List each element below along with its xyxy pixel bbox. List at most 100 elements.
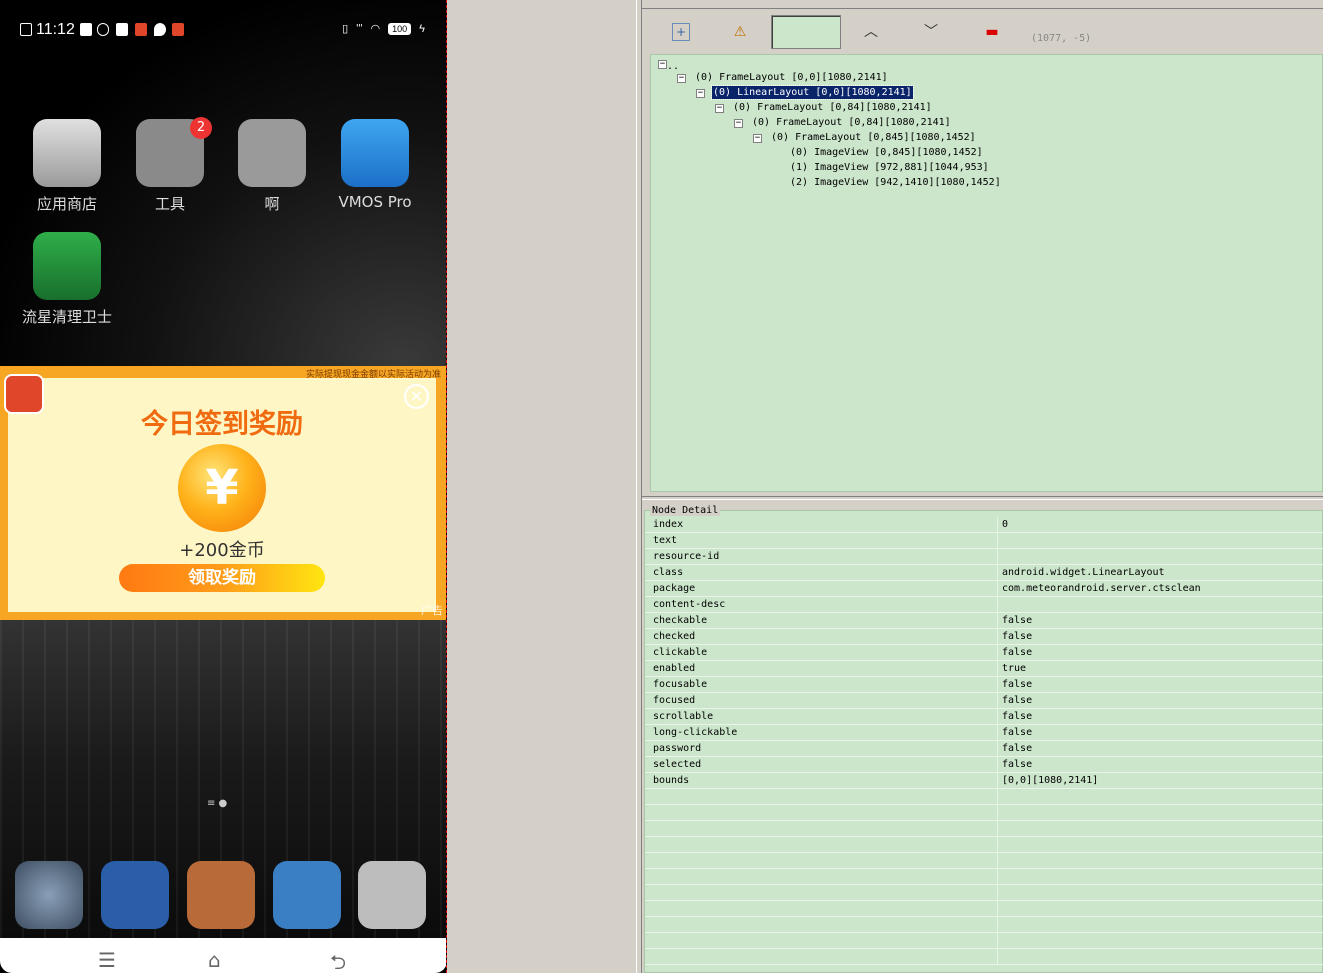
app-folder-tools[interactable]: 2 工具 (120, 117, 220, 214)
device-screenshot[interactable]: 11:12 ▯ ʹʹʹ ◠ 100 ϟ 应用商店 2 工具 啊 VMOS Pro (0, 0, 447, 973)
vibrate-icon: ▯ (342, 23, 349, 35)
detail-row[interactable]: text (645, 533, 1323, 549)
hierarchy-tree[interactable]: − .. − (0) FrameLayout [0,0][1080,2141] … (650, 54, 1323, 492)
detail-value: false (1002, 727, 1033, 738)
detail-row[interactable]: resource-id (645, 549, 1323, 565)
tree-node[interactable]: (0) FrameLayout [0,845][1080,1452] (771, 131, 976, 144)
detail-row[interactable]: enabled true (645, 661, 1323, 677)
detail-row[interactable] (645, 821, 1323, 837)
location-icon (154, 23, 166, 36)
chevron-up-icon[interactable]: ︿ (862, 23, 880, 41)
collapse-icon[interactable]: − (734, 119, 743, 128)
camera-icon[interactable] (358, 861, 426, 929)
collapse-icon[interactable]: − (715, 104, 724, 113)
app-folder-a[interactable]: 啊 (222, 119, 322, 214)
app-notification-icon (135, 23, 147, 36)
expand-all-icon[interactable]: + (672, 23, 690, 41)
column-separator (997, 629, 998, 645)
detail-row[interactable] (645, 805, 1323, 821)
cursor-coordinates: (1077, -5) (1031, 33, 1092, 44)
tree-node[interactable]: (0) FrameLayout [0,84][1080,2141] (733, 101, 932, 114)
detail-value: com.meteorandroid.server.ctsclean (1002, 583, 1201, 594)
collapse-icon[interactable]: − (696, 89, 705, 98)
nav-bar: ☰ ⌂ ⮌ (0, 938, 446, 973)
warning-icon[interactable]: ⚠ (731, 23, 749, 41)
stop-icon[interactable]: ▬ (983, 23, 1001, 41)
tree-node[interactable]: (1) ImageView [972,881][1044,953] (790, 161, 989, 174)
detail-value: [0,0][1080,2141] (1002, 775, 1099, 786)
page-indicator: ≡ ● (207, 798, 228, 809)
detail-row[interactable]: package com.meteorandroid.server.ctsclean (645, 581, 1323, 597)
detail-value: false (1002, 615, 1033, 626)
detail-row[interactable]: content-desc (645, 597, 1323, 613)
tree-node[interactable]: (0) ImageView [0,845][1080,1452] (790, 146, 983, 159)
detail-row[interactable]: long-clickable false (645, 725, 1323, 741)
security-icon[interactable] (101, 861, 169, 929)
claim-reward-button[interactable]: 领取奖励 (119, 564, 325, 592)
column-separator (997, 901, 998, 917)
column-separator (997, 757, 998, 773)
column-separator (997, 677, 998, 693)
detail-row[interactable] (645, 837, 1323, 853)
detail-row[interactable]: checked false (645, 629, 1323, 645)
signin-reward-ad[interactable]: 实际提现现金金额以实际活动为准 ✕ 今日签到奖励 ¥ +200金币 领取奖励 广… (0, 366, 446, 620)
column-separator (997, 549, 998, 565)
tree-root: .. (667, 61, 680, 72)
detail-key: content-desc (653, 599, 726, 610)
app-appstore[interactable]: 应用商店 (17, 119, 117, 214)
battery-icon: 100 (388, 22, 412, 35)
column-separator (997, 661, 998, 677)
screenshot-thumbnail[interactable] (771, 15, 841, 49)
detail-row[interactable]: bounds [0,0][1080,2141] (645, 773, 1323, 789)
tree-node[interactable]: (0) FrameLayout [0,84][1080,2141] (752, 116, 951, 129)
detail-row[interactable]: class android.widget.LinearLayout (645, 565, 1323, 581)
rocket-icon (33, 232, 101, 300)
tree-node[interactable]: (2) ImageView [942,1410][1080,1452] (790, 176, 1001, 189)
status-time: 11:12 (36, 21, 75, 38)
charging-icon: ϟ (419, 22, 425, 35)
detail-row[interactable] (645, 885, 1323, 901)
app-label: 应用商店 (36, 195, 97, 213)
detail-row[interactable]: checkable false (645, 613, 1323, 629)
detail-row[interactable]: clickable false (645, 645, 1323, 661)
detail-row[interactable] (645, 901, 1323, 917)
files-icon[interactable] (187, 861, 255, 929)
signal-icon: ʹʹʹ (356, 22, 363, 35)
appstore-icon (33, 119, 101, 187)
detail-key: focusable (653, 679, 708, 690)
detail-key: scrollable (653, 711, 714, 722)
detail-row[interactable]: focusable false (645, 677, 1323, 693)
browser-icon[interactable] (273, 861, 341, 929)
chevron-down-icon[interactable]: ﹀ (922, 23, 940, 41)
detail-row[interactable] (645, 933, 1323, 949)
detail-row[interactable]: index 0 (645, 517, 1323, 533)
column-separator (997, 533, 998, 549)
app-vmos-pro[interactable]: VMOS Pro (325, 119, 425, 211)
settings-icon[interactable] (15, 861, 83, 929)
column-separator (997, 645, 998, 661)
detail-key: clickable (653, 647, 708, 658)
tree-node-selected[interactable]: (0) LinearLayout [0,0][1080,2141] (711, 85, 914, 100)
detail-row[interactable]: password false (645, 741, 1323, 757)
detail-row[interactable]: scrollable false (645, 709, 1323, 725)
column-separator (997, 837, 998, 853)
collapse-icon[interactable]: − (677, 74, 686, 83)
detail-row[interactable] (645, 917, 1323, 933)
menu-icon[interactable]: ☰ (98, 948, 116, 972)
collapse-icon[interactable]: − (658, 60, 667, 69)
back-icon[interactable]: ⮌ (330, 948, 346, 973)
column-separator (997, 517, 998, 533)
pane-divider[interactable] (642, 496, 1323, 500)
detail-row[interactable] (645, 869, 1323, 885)
status-right: ▯ ʹʹʹ ◠ 100 ϟ (342, 22, 425, 35)
detail-row[interactable]: focused false (645, 693, 1323, 709)
detail-row[interactable] (645, 789, 1323, 805)
detail-row[interactable] (645, 949, 1323, 965)
app-meteor-cleaner[interactable]: 流星清理卫士 (17, 232, 117, 327)
detail-value: true (1002, 663, 1027, 674)
collapse-icon[interactable]: − (753, 134, 762, 143)
home-icon[interactable]: ⌂ (208, 948, 221, 972)
tree-node[interactable]: (0) FrameLayout [0,0][1080,2141] (695, 71, 888, 84)
detail-row[interactable]: selected false (645, 757, 1323, 773)
detail-row[interactable] (645, 853, 1323, 869)
